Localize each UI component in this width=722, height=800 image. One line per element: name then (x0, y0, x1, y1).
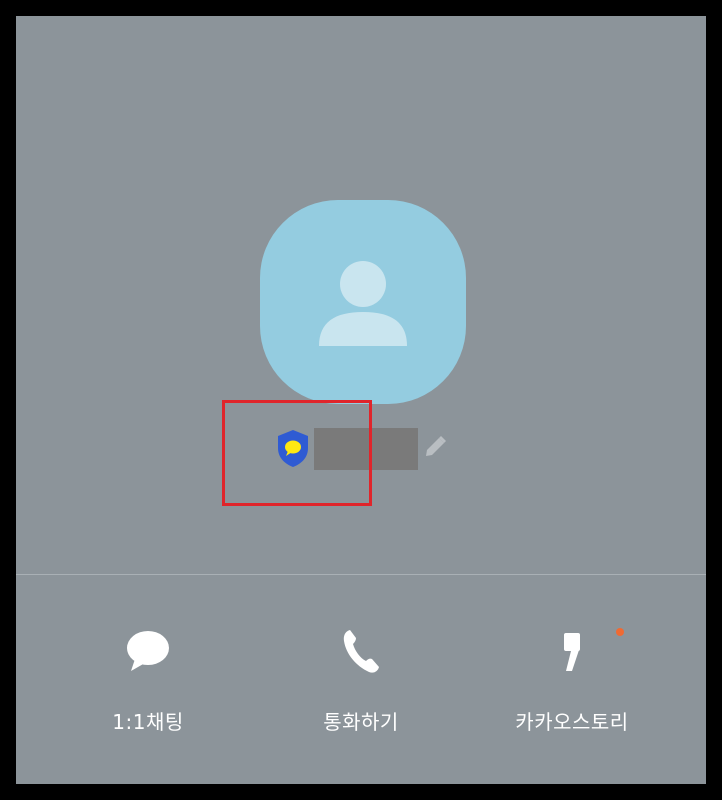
kakaostory-icon (558, 629, 586, 677)
call-label: 통화하기 (323, 710, 399, 734)
new-badge-dot (616, 628, 624, 636)
default-person-icon (319, 261, 407, 346)
call-button[interactable]: 통화하기 (261, 626, 461, 736)
kakaostory-label: 카카오스토리 (515, 710, 629, 734)
kakaostory-button[interactable]: 카카오스토리 (472, 626, 672, 736)
chat-bubble-icon (125, 629, 171, 677)
chat-button[interactable]: 1:1채팅 (48, 626, 248, 736)
profile-screen: 1:1채팅 통화하기 카카오스토리 (16, 16, 706, 784)
pencil-icon[interactable] (422, 434, 448, 464)
highlight-annotation (222, 400, 372, 506)
chat-label: 1:1채팅 (112, 710, 184, 734)
divider (16, 574, 706, 575)
phone-icon (341, 628, 381, 678)
profile-avatar[interactable] (260, 200, 466, 404)
